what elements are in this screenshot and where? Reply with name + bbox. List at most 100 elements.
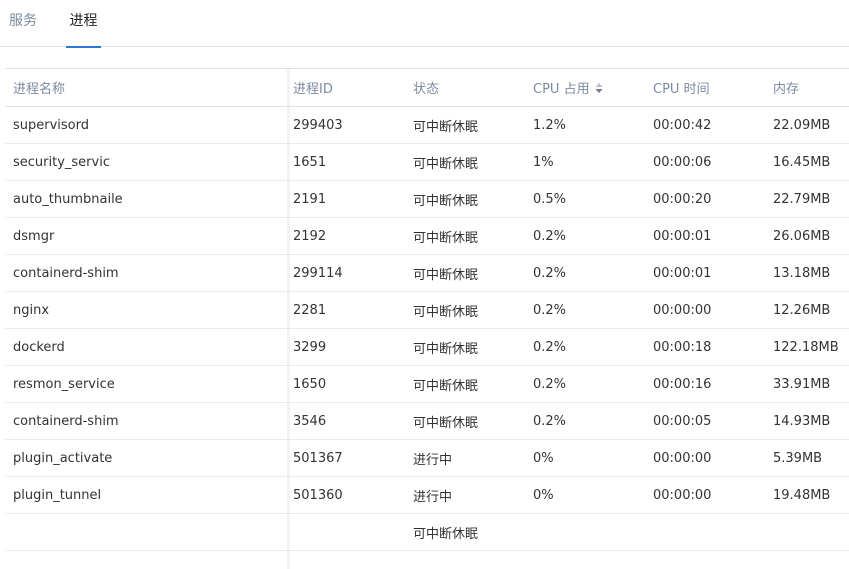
header-memory-label: 内存 [773,82,800,97]
state-cell: 可中断休眠 [413,341,479,357]
cpu-time-cell: 00:00:00 [653,302,712,318]
memory-cell [773,514,849,550]
header-cpu-time[interactable]: CPU 时间 [653,69,763,106]
header-memory[interactable]: 内存 [773,69,849,106]
cpu-time-cell: 00:00:01 [653,265,712,281]
header-state[interactable]: 状态 [413,69,523,106]
cpu-usage-cell [533,514,643,550]
cpu-time-cell: 00:00:20 [653,191,712,207]
process-name-cell: containerd-shim [13,413,119,429]
memory-cell: 122.18MB [773,339,839,355]
process-name-cell: nginx [13,302,50,318]
process-name-cell: containerd-shim [13,265,119,281]
memory-cell: 13.18MB [773,265,831,281]
cpu-usage-cell: 0.2% [533,265,567,281]
cpu-time-cell [653,514,763,550]
pid-cell: 3299 [293,339,327,355]
pid-cell [293,514,403,550]
table-row[interactable]: containerd-shim 299114 可中断休眠 0.2% 00:00:01 13… [5,255,849,292]
table-row[interactable]: plugin_tunnel 501360 进行中 0% 00:00:00 19.48MB [5,477,849,514]
state-cell: 可中断休眠 [413,304,479,320]
process-name-cell: resmon_service [13,376,115,392]
cpu-time-cell: 00:00:42 [653,117,712,133]
state-cell: 可中断休眠 [413,193,479,209]
process-name-cell: plugin_activate [13,450,113,466]
memory-cell: 26.06MB [773,228,831,244]
header-pid[interactable]: 进程ID [293,69,403,106]
cpu-usage-cell: 0% [533,487,554,503]
header-cpu-time-label: CPU 时间 [653,82,710,97]
table-row[interactable]: security_servic 1651 可中断休眠 1% 00:00:06 16.45M… [5,144,849,181]
header-state-label: 状态 [413,82,440,97]
header-process-name[interactable]: 进程名称 [13,69,283,106]
state-cell: 进行中 [413,489,453,505]
tab-processes[interactable]: 进程 [66,0,101,48]
process-name-cell: plugin_tunnel [13,487,102,503]
pid-cell: 1651 [293,154,327,170]
cpu-usage-cell: 0.5% [533,191,567,207]
cpu-usage-cell: 0.2% [533,376,567,392]
process-name-cell [13,514,283,550]
cpu-time-cell: 00:00:06 [653,154,712,170]
tab-services[interactable]: 服务 [9,0,37,47]
table-header: 进程名称 进程ID 状态 CPU 占用 CPU 时间 内存 [5,69,849,107]
memory-cell: 5.39MB [773,450,823,466]
table-row[interactable]: containerd-shim 3546 可中断休眠 0.2% 00:00:05 14.9… [5,403,849,440]
cpu-usage-cell: 0.2% [533,228,567,244]
cpu-time-cell: 00:00:00 [653,487,712,503]
sort-icon[interactable] [594,82,604,94]
pid-cell: 299114 [293,265,343,281]
process-name-cell: dockerd [13,339,65,355]
memory-cell: 19.48MB [773,487,831,503]
table-row[interactable]: resmon_service 1650 可中断休眠 0.2% 00:00:16 33.91… [5,366,849,403]
cpu-time-cell: 00:00:16 [653,376,712,392]
memory-cell: 12.26MB [773,302,831,318]
cpu-usage-cell: 0.2% [533,302,567,318]
cpu-usage-cell: 0.2% [533,339,567,355]
pid-cell: 299403 [293,117,343,133]
process-name-cell: auto_thumbnaile [13,191,123,207]
process-name-cell: dsmgr [13,228,55,244]
state-cell: 可中断休眠 [413,230,479,246]
memory-cell: 22.79MB [773,191,831,207]
table-row[interactable]: 可中断休眠 [5,514,849,551]
table-row[interactable]: auto_thumbnaile 2191 可中断休眠 0.5% 00:00:20 22.7… [5,181,849,218]
table-row[interactable]: dockerd 3299 可中断休眠 0.2% 00:00:18 122.18MB [5,329,849,366]
cpu-time-cell: 00:00:00 [653,450,712,466]
table-row[interactable]: dsmgr 2192 可中断休眠 0.2% 00:00:01 26.06MB [5,218,849,255]
pid-cell: 2281 [293,302,327,318]
table-row[interactable]: supervisord 299403 可中断休眠 1.2% 00:00:42 22.09M… [5,107,849,144]
table-body: supervisord 299403 可中断休眠 1.2% 00:00:42 22.09M… [5,107,849,551]
state-cell: 可中断休眠 [413,156,479,172]
state-cell: 可中断休眠 [413,378,479,394]
process-name-cell: supervisord [13,117,90,133]
memory-cell: 22.09MB [773,117,831,133]
header-cpu-usage-label: CPU 占用 [533,82,590,97]
header-process-name-label: 进程名称 [13,82,66,97]
cpu-time-cell: 00:00:01 [653,228,712,244]
header-pid-label: 进程ID [293,82,333,97]
pid-cell: 1650 [293,376,327,392]
pid-cell: 2192 [293,228,327,244]
process-table: 进程名称 进程ID 状态 CPU 占用 CPU 时间 内存 supervisor… [5,68,849,569]
pid-cell: 501367 [293,450,343,466]
state-cell: 可中断休眠 [413,119,479,135]
cpu-usage-cell: 0.2% [533,413,567,429]
state-cell: 可中断休眠 [413,415,479,431]
pid-cell: 2191 [293,191,327,207]
state-cell: 可中断休眠 [413,526,479,542]
pid-cell: 501360 [293,487,343,503]
pid-cell: 3546 [293,413,327,429]
cpu-usage-cell: 1.2% [533,117,567,133]
memory-cell: 33.91MB [773,376,831,392]
table-row[interactable]: nginx 2281 可中断休眠 0.2% 00:00:00 12.26MB [5,292,849,329]
cpu-time-cell: 00:00:05 [653,413,712,429]
cpu-usage-cell: 1% [533,154,554,170]
header-cpu-usage[interactable]: CPU 占用 [533,69,643,106]
process-name-cell: security_servic [13,154,110,170]
cpu-usage-cell: 0% [533,450,554,466]
memory-cell: 14.93MB [773,413,831,429]
table-row[interactable]: plugin_activate 501367 进行中 0% 00:00:00 5.39MB [5,440,849,477]
memory-cell: 16.45MB [773,154,831,170]
state-cell: 进行中 [413,452,453,468]
